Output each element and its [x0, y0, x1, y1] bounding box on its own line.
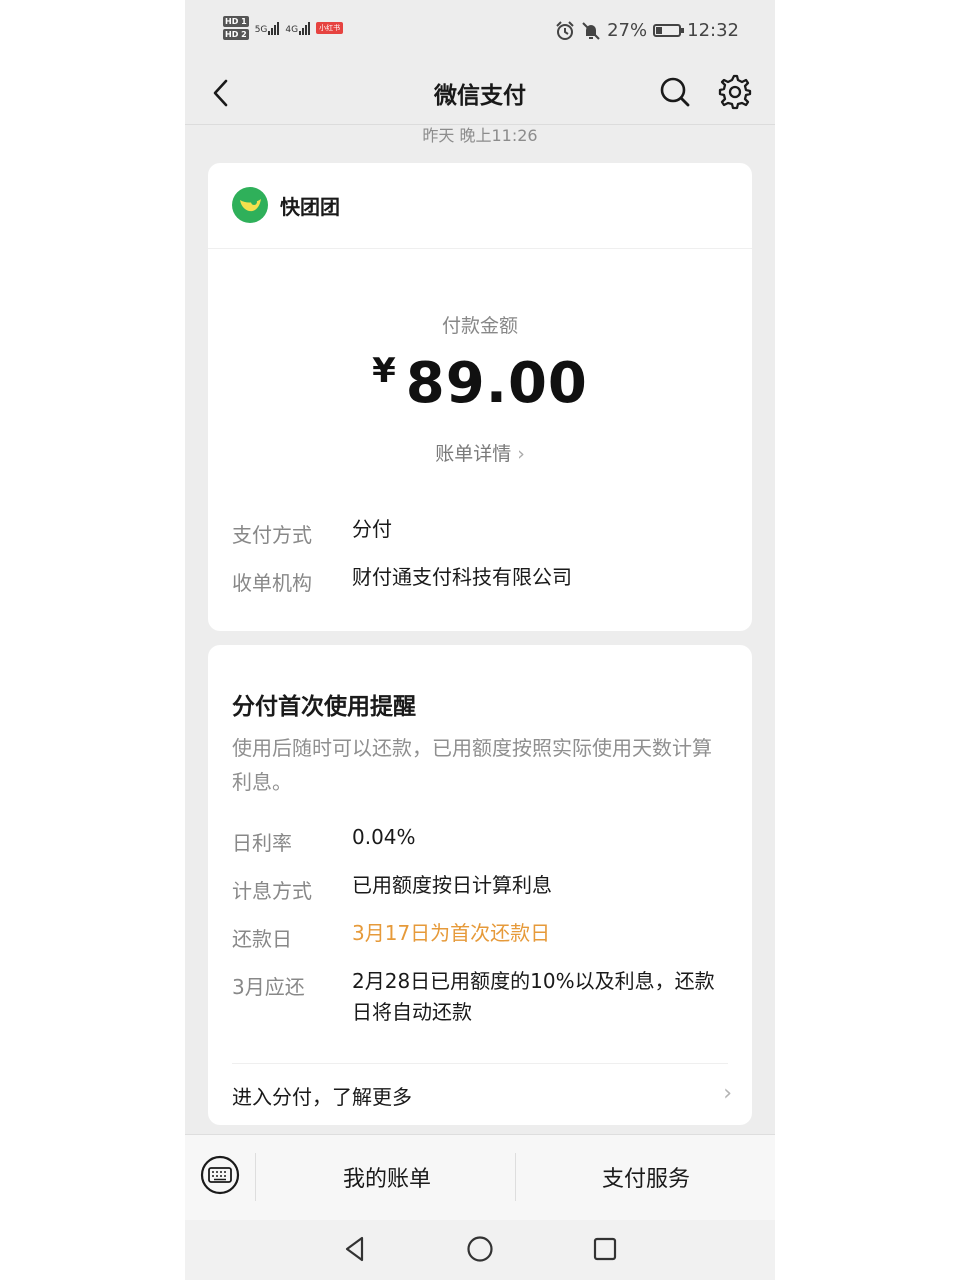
mute-bell-icon	[582, 21, 600, 40]
march-due-value: 2月28日已用额度的10%以及利息，还款日将自动还款	[352, 969, 715, 1024]
hd1-label: HD 1	[223, 16, 249, 27]
message-timestamp: 昨天 晚上11:26	[422, 126, 538, 145]
system-recents-icon[interactable]	[590, 1234, 620, 1264]
keyboard-icon[interactable]	[200, 1155, 240, 1195]
learn-more-link[interactable]: 进入分付，了解更多 ›	[232, 1081, 732, 1110]
phone-screen: HD 1 HD 2 5G 4G 小红书 27% 12:32 微信支付 昨天 晚上…	[185, 0, 775, 1280]
reminder-card: 分付首次使用提醒 使用后随时可以还款，已用额度按照实际使用天数计算利息。 日利率…	[208, 645, 752, 1125]
app-notification-badge: 小红书	[316, 22, 344, 34]
chevron-right-icon: ›	[517, 443, 525, 465]
acquirer-value: 财付通支付科技有限公司	[352, 565, 572, 589]
interest-method-key: 计息方式	[232, 879, 312, 903]
status-bar: HD 1 HD 2 5G 4G 小红书 27% 12:32	[185, 0, 775, 62]
daily-rate-key: 日利率	[232, 831, 292, 855]
divider	[232, 1063, 728, 1064]
battery-icon	[653, 24, 685, 37]
payment-method-key: 支付方式	[232, 523, 312, 547]
chevron-right-icon: ›	[723, 1081, 732, 1106]
net2-label: 4G	[285, 24, 299, 35]
merchant-name: 快团团	[280, 194, 340, 219]
tab-payment-services[interactable]: 支付服务	[517, 1161, 775, 1193]
bill-detail-label: 账单详情	[435, 443, 512, 465]
amount-label: 付款金额	[441, 315, 518, 337]
divider	[208, 248, 752, 249]
status-left: HD 1 HD 2 5G 4G 小红书	[223, 16, 344, 40]
payment-card[interactable]: 快团团 付款金额 ¥89.00 账单详情 › 支付方式 分付 收单机构 财付通支付…	[208, 163, 752, 631]
bottom-tab-bar: 我的账单 支付服务	[185, 1134, 775, 1221]
repayment-day-key: 还款日	[232, 927, 292, 951]
learn-more-label: 进入分付，了解更多	[232, 1085, 412, 1109]
clock: 12:32	[687, 20, 739, 41]
net1-label: 5G	[254, 24, 268, 35]
reminder-title: 分付首次使用提醒	[232, 694, 416, 720]
currency-symbol: ¥	[372, 351, 396, 391]
status-right: 27% 12:32	[555, 20, 739, 41]
system-home-icon[interactable]	[465, 1234, 495, 1264]
search-icon[interactable]	[657, 74, 693, 110]
daily-rate-value: 0.04%	[352, 825, 416, 849]
tab-separator	[255, 1153, 256, 1201]
acquirer-key: 收单机构	[232, 571, 312, 595]
system-nav-bar	[185, 1220, 775, 1280]
repayment-day-value: 3月17日为首次还款日	[352, 921, 551, 945]
tab-separator	[515, 1153, 516, 1201]
merchant-logo-icon	[232, 187, 268, 223]
amount-value: 89.00	[405, 351, 588, 416]
nav-bar: 微信支付	[185, 62, 775, 125]
payment-method-value: 分付	[352, 517, 392, 541]
alarm-icon	[556, 20, 574, 40]
merchant-header[interactable]: 快团团	[232, 187, 340, 223]
interest-method-value: 已用额度按日计算利息	[352, 873, 552, 897]
payment-amount: ¥89.00	[208, 351, 752, 416]
reminder-description: 使用后随时可以还款，已用额度按照实际使用天数计算利息。	[232, 736, 712, 794]
system-back-icon[interactable]	[340, 1234, 370, 1264]
signal-5g-icon: 5G	[254, 21, 280, 35]
bill-detail-link[interactable]: 账单详情 ›	[208, 439, 752, 466]
gear-icon[interactable]	[715, 72, 753, 110]
signal-4g-icon: 4G	[285, 21, 311, 35]
hd2-label: HD 2	[223, 29, 249, 40]
hd-indicators: HD 1 HD 2	[223, 16, 249, 40]
tab-my-bills[interactable]: 我的账单	[257, 1161, 517, 1193]
march-due-key: 3月应还	[232, 975, 305, 999]
battery-percent: 27%	[607, 20, 648, 41]
